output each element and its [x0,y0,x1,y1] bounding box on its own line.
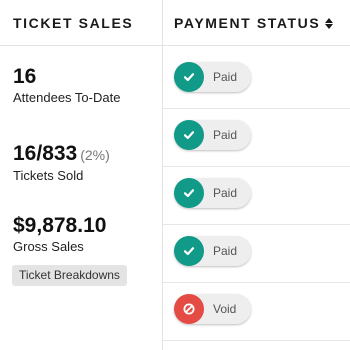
row-divider [163,108,350,109]
check-icon [174,62,204,92]
payment-status-header-label: PAYMENT STATUS [174,15,321,31]
payment-status-label: Paid [213,70,238,84]
ticket-breakdowns-button[interactable]: Ticket Breakdowns [12,265,127,286]
payment-status-header[interactable]: PAYMENT STATUS [174,15,334,31]
payment-status-badge[interactable]: Paid [174,178,251,208]
row-divider [163,282,350,283]
row-divider [163,224,350,225]
void-icon [174,294,204,324]
tickets-sold-percent: (2%) [80,147,110,163]
attendees-stat: 16 Attendees To-Date [13,65,120,105]
row-divider [163,340,350,341]
payment-status-label: Paid [213,244,238,258]
payment-status-label: Paid [213,186,238,200]
payment-status-badge[interactable]: Paid [174,62,251,92]
row-divider [163,166,350,167]
payment-status-badge[interactable]: Void [174,294,251,324]
attendees-label: Attendees To-Date [13,90,121,105]
ticket-sales-panel: TICKET SALES PAYMENT STATUS 16 Attendees… [0,0,350,350]
column-divider [162,0,163,350]
tickets-sold-stat: 16/833 (2%) Tickets Sold [13,142,110,183]
header-divider [0,45,350,46]
sort-icon[interactable] [325,17,334,29]
gross-sales-label: Gross Sales [13,239,84,254]
check-icon [174,236,204,266]
payment-status-badge[interactable]: Paid [174,120,251,150]
gross-sales-amount: $9,878.10 [13,214,107,237]
tickets-sold-label: Tickets Sold [13,168,84,183]
payment-status-label: Void [213,302,237,316]
ticket-sales-header: TICKET SALES [13,15,134,31]
check-icon [174,120,204,150]
payment-status-label: Paid [213,128,238,142]
payment-status-badge[interactable]: Paid [174,236,251,266]
gross-sales-stat: $9,878.10 Gross Sales [13,214,106,254]
attendees-count: 16 [13,65,37,88]
tickets-sold-count: 16/833 [13,142,78,165]
check-icon [174,178,204,208]
